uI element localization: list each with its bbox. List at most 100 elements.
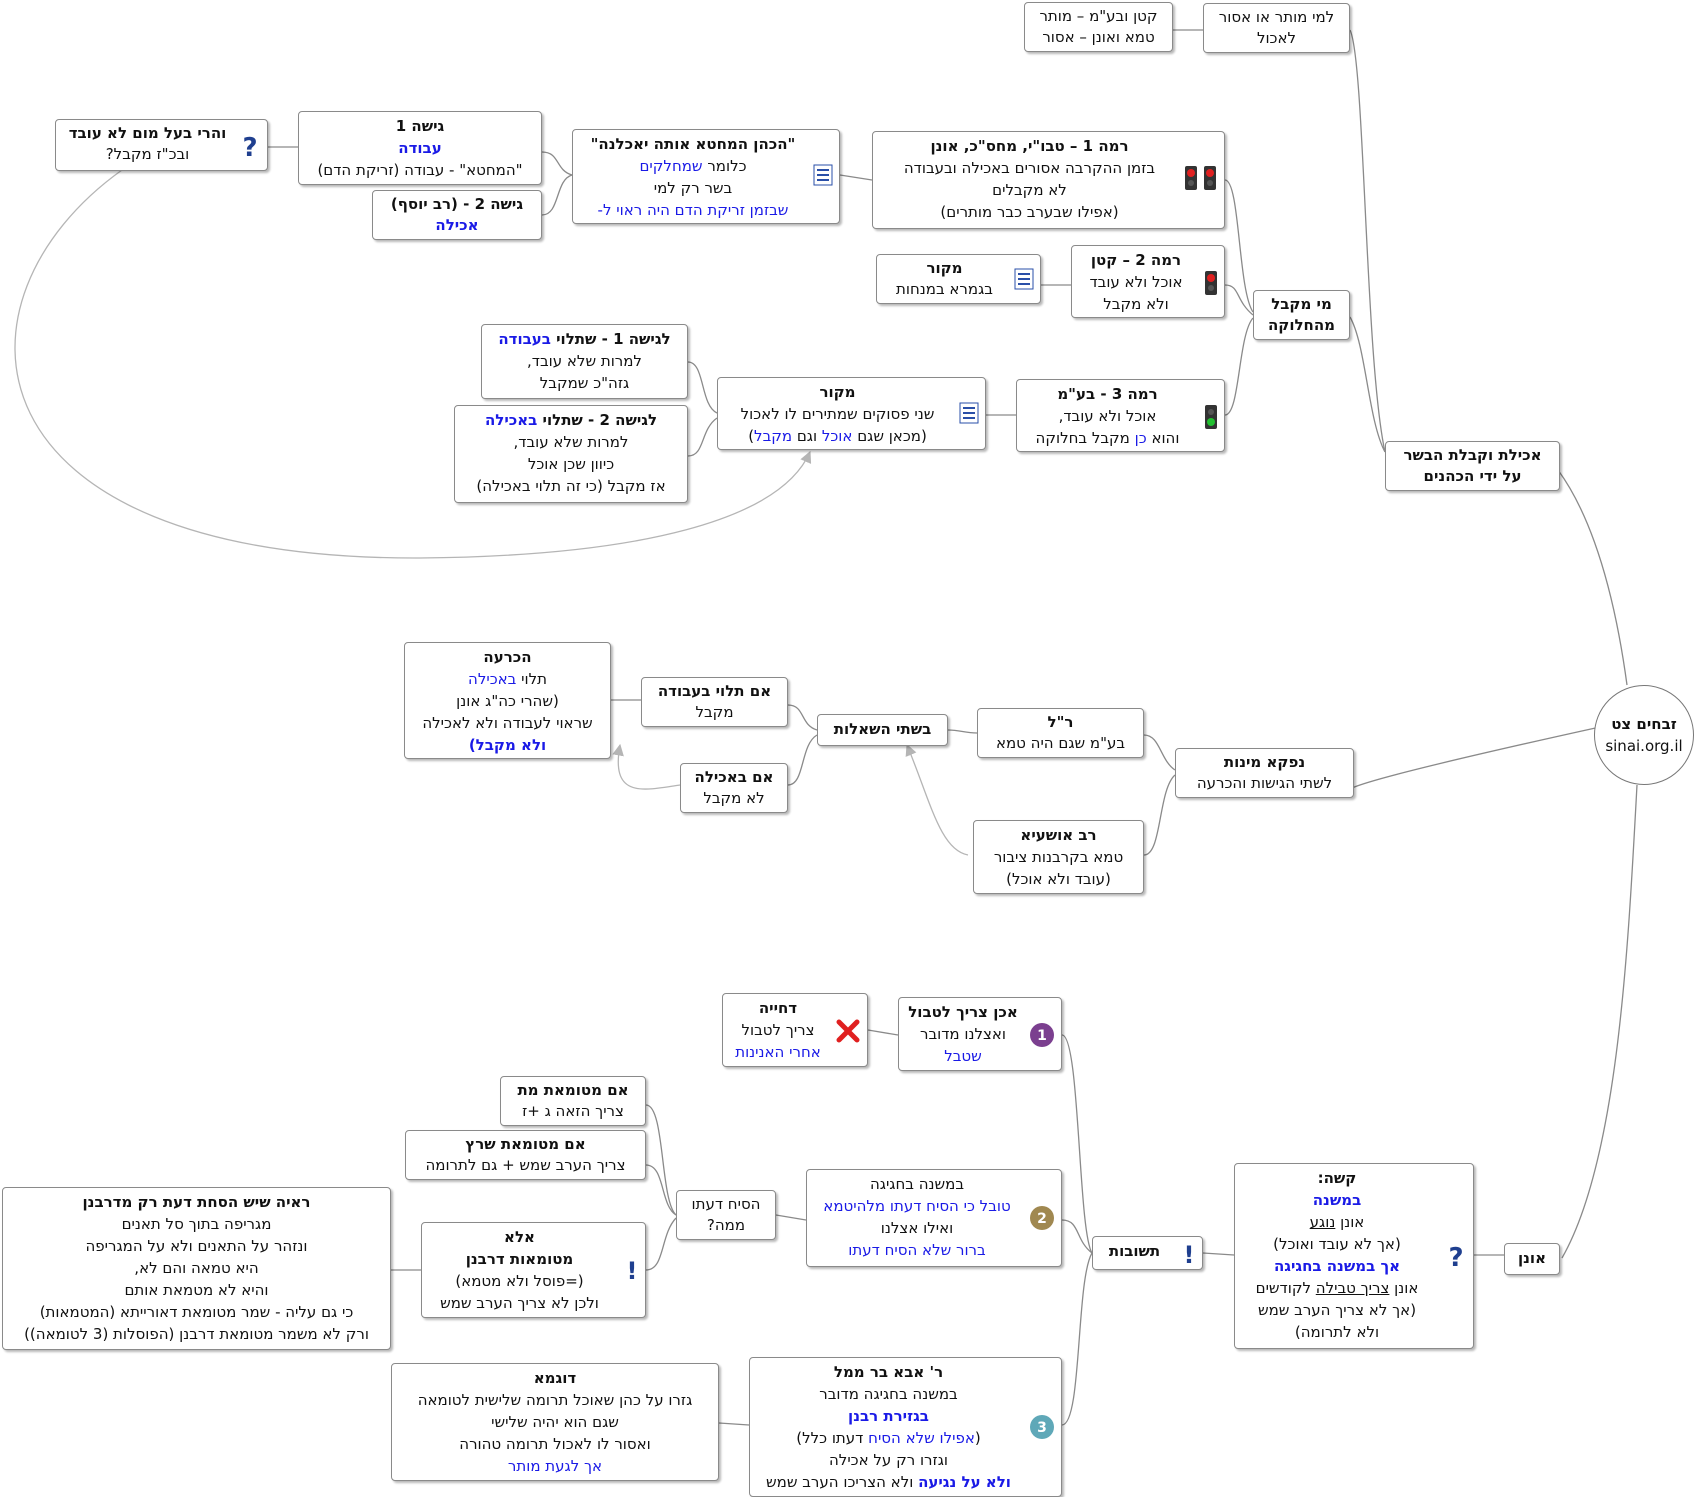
node-hakohen[interactable]: "הכהן המחטא אותה יאכלנה" כלומר שמחלקים ב… bbox=[572, 129, 840, 224]
rav-oshaya-line1: טמא בקרבנות ציבור bbox=[993, 848, 1124, 866]
svg-text:3: 3 bbox=[1037, 1420, 1047, 1436]
ans2-line4: ברור שלא הסיח דעתו bbox=[848, 1241, 986, 1259]
branch-eating-receiving[interactable]: אכילת וקבלת הבשר על ידי הכהנים bbox=[1385, 441, 1560, 491]
node-im-achila[interactable]: אם באכילה לא מקבל bbox=[680, 763, 788, 813]
dchiya-line2: אחרי האנינות bbox=[735, 1043, 821, 1061]
node-who-allowed[interactable]: למי מותר או אסור לאכול bbox=[1203, 3, 1350, 53]
node-answer3[interactable]: 3 ר' אבא בר ממל במשנה בחגיגה מדובר בגזיר… bbox=[749, 1357, 1062, 1497]
ans1-line2: שטבל bbox=[944, 1047, 982, 1065]
node-makor-rama3[interactable]: מקור שני פסוקים שמתירים לו לאכול (מכאן ש… bbox=[717, 377, 986, 450]
node-dchiya[interactable]: דחייה צריך לטבול אחרי האנינות bbox=[722, 993, 868, 1067]
nafka-line1: לשתי הגישות והכרעה bbox=[1196, 774, 1333, 792]
rav-oshaya-title: רב אושעיא bbox=[1020, 826, 1097, 844]
hakohen-title: "הכהן המחטא אותה יאכלנה" bbox=[590, 135, 796, 153]
baal-mum-line1: ובכ"ז מקבל? bbox=[105, 145, 190, 163]
dugma-line3: ואסור לו לאכול תרומה טהורה bbox=[459, 1435, 651, 1453]
ans2-line2: טובל כי הסיח דעתו מלהיטמא bbox=[823, 1197, 1011, 1215]
makor-rama2-line1: בגמרא במנחות bbox=[896, 280, 993, 298]
ela-title: אלא bbox=[504, 1228, 535, 1246]
svg-text:?: ? bbox=[1448, 1243, 1463, 1270]
node-resh-lakish[interactable]: ר"ל בע"מ שגם היה טמא bbox=[977, 708, 1144, 758]
root-node[interactable]: זבחים צט sinai.org.il bbox=[1594, 685, 1694, 785]
node-nafka-minot[interactable]: נפקא מינות לשתי הגישות והכרעה bbox=[1175, 748, 1354, 798]
root-title: זבחים צט bbox=[1611, 715, 1677, 733]
node-tumat-met[interactable]: אם מטומאת מת צריך הזאה ג +ז bbox=[500, 1076, 646, 1126]
katan-onen-line1: קטן ובע"מ – מותר bbox=[1039, 7, 1158, 25]
gisha2-line1: אכילה bbox=[435, 216, 479, 234]
raaya-line5: כי גם עליה - שמר מטומאת דאורייתא (המטמאו… bbox=[39, 1303, 354, 1321]
node-rama2[interactable]: רמה 2 – קטן אוכל ולא עובד ולא מקבל bbox=[1071, 245, 1225, 318]
im-achila-line1: לא מקבל bbox=[703, 789, 765, 807]
rama2-line1: אוכל ולא עובד bbox=[1089, 273, 1183, 291]
node-kasha[interactable]: ? קשה: במשנה אונן נוגע (אך לא עובד ואוכל… bbox=[1234, 1163, 1474, 1349]
kasha-line2a: אונן bbox=[1335, 1213, 1365, 1231]
hesiach-line1: הסיח דעתו bbox=[691, 1195, 761, 1213]
dchiya-title: דחייה bbox=[758, 999, 798, 1017]
teshuvot-title: תשובות bbox=[1108, 1242, 1161, 1260]
node-rama3[interactable]: רמה 3 - בע"מ אוכל ולא עובד, והוא כן מקבל… bbox=[1016, 379, 1225, 452]
node-ela-derabanan[interactable]: ! אלא מטומאות דרבנן (=פוסל ולא מטמא) ולכ… bbox=[421, 1222, 646, 1318]
node-answer1[interactable]: 1 אכן צריך לטבול ואצלנו מדובר שטבל bbox=[898, 997, 1062, 1071]
node-gisha2[interactable]: גישה 2 - (רב יוסף) אכילה bbox=[372, 190, 542, 240]
traffic-light-red-icon bbox=[1205, 271, 1217, 295]
node-teshuvot[interactable]: ! תשובות bbox=[1092, 1236, 1203, 1270]
onen-title: אונן bbox=[1517, 1249, 1546, 1267]
raaya-line4: והיא לא מטמאת אותם bbox=[124, 1281, 269, 1299]
dchiya-line1: צריך לטבול bbox=[741, 1021, 815, 1039]
note-list-icon bbox=[959, 402, 979, 424]
makor-rama2-title: מקור bbox=[926, 259, 963, 277]
makor-rama3-line1: שני פסוקים שמתירים לו לאכול bbox=[740, 405, 935, 423]
ans3-line3: (אפילו שלא הסיח דעתו כלל) bbox=[756, 1427, 1021, 1449]
numbered-priority-icon: 2 bbox=[1030, 1206, 1054, 1230]
numbered-priority-icon: 3 bbox=[1030, 1415, 1054, 1439]
gisha2-title: גישה 2 - (רב יוסף) bbox=[390, 195, 524, 213]
node-rav-oshaya[interactable]: רב אושעיא טמא בקרבנות ציבור (עובד ולא או… bbox=[973, 820, 1144, 894]
node-lagisha1[interactable]: לגישה 1 - שתלוי בעבודה למרות שלא עובד, ג… bbox=[481, 324, 688, 399]
node-gisha1[interactable]: גישה 1 עבודה "המחטא" - עבודה (זריקת הדם) bbox=[298, 111, 542, 185]
rl-title: ר"ל bbox=[1047, 713, 1074, 731]
svg-text:!: ! bbox=[627, 1257, 638, 1283]
node-makor-rama2[interactable]: מקור בגמרא במנחות bbox=[876, 254, 1041, 304]
node-rama1[interactable]: רמה 1 – טבו"י, מחס"כ, אונן בזמן ההקרבה א… bbox=[872, 131, 1225, 229]
node-hachraa[interactable]: הכרעה תלוי באכילה (שהרי כה"ג אונן שראוי … bbox=[404, 642, 611, 759]
mi-mekabel-line1: מי מקבל bbox=[1271, 295, 1332, 313]
lagisha1-title-blue: בעבודה bbox=[498, 330, 551, 348]
node-hesiach-daato[interactable]: הסיח דעתו ממה? bbox=[676, 1190, 776, 1240]
lagisha1-title: לגישה 1 - שתלוי bbox=[550, 330, 671, 348]
node-raaya[interactable]: ראיה שיש הסחת דעת רק מדרבנן מגריפה בתוך … bbox=[2, 1187, 391, 1350]
node-dugma[interactable]: דוגמא גזרו על כהן שאוכל תרומה שלישית לטו… bbox=[391, 1363, 719, 1481]
node-tumat-sheretz[interactable]: אם מטומאת שרץ צריך הערב שמש + גם לתרומה bbox=[405, 1130, 646, 1180]
node-mi-mekabel[interactable]: מי מקבל מהחלוקה bbox=[1253, 290, 1350, 340]
kasha-line5: אונן צריך טבילה לקודשים bbox=[1241, 1277, 1433, 1299]
node-baal-mum[interactable]: ? והרי בעל מום לא עובד ובכ"ז מקבל? bbox=[55, 119, 268, 171]
rama2-line2: ולא מקבל bbox=[1103, 295, 1169, 313]
ans2-line3: ואילו אצלנו bbox=[880, 1219, 954, 1237]
im-avoda-line1: מקבל bbox=[695, 703, 734, 721]
hesiach-line2: ממה? bbox=[706, 1216, 746, 1234]
rama3-line2: והוא כן מקבל בחלוקה bbox=[1023, 427, 1192, 449]
lagisha2-line2: כיוון שכן אוכל bbox=[527, 455, 615, 473]
ela-title2: מטומאות דרבנן bbox=[465, 1250, 574, 1268]
svg-text:?: ? bbox=[242, 133, 257, 160]
node-bishtei-hashealot[interactable]: בשתי השאלות bbox=[817, 714, 948, 746]
makor-rama3-line2a: (מכאן שגם bbox=[852, 427, 927, 445]
lagisha1-line1: למרות שלא עובד, bbox=[527, 352, 642, 370]
makor-rama3-line2c: וגם bbox=[792, 427, 822, 445]
node-answer2[interactable]: 2 במשנה בחגיגה טובל כי הסיח דעתו מלהיטמא… bbox=[806, 1169, 1062, 1267]
node-im-avoda[interactable]: אם תלוי בעבודה מקבל bbox=[641, 677, 788, 727]
svg-text:1: 1 bbox=[1037, 1028, 1047, 1044]
kasha-title: קשה: bbox=[1317, 1169, 1357, 1187]
root-site: sinai.org.il bbox=[1605, 737, 1683, 755]
raaya-line2: ונזהר על התאנים ולא על המגריפה bbox=[85, 1237, 308, 1255]
hachraa-line3: שראוי לעבודה ולא לאכילה bbox=[422, 714, 593, 732]
lagisha2-title: לגישה 2 - שתלוי bbox=[537, 411, 658, 429]
kasha-line6: (אך לא צריך הערב שמש bbox=[1257, 1301, 1417, 1319]
hachraa-line1a: תלוי bbox=[516, 670, 547, 688]
numbered-priority-icon: 1 bbox=[1030, 1023, 1054, 1047]
rama3-title: רמה 3 - בע"מ bbox=[1057, 385, 1158, 403]
node-lagisha2[interactable]: לגישה 2 - שתלוי באכילה למרות שלא עובד, כ… bbox=[454, 405, 688, 503]
question-mark-icon: ? bbox=[242, 133, 257, 160]
node-onen[interactable]: אונן bbox=[1504, 1243, 1560, 1275]
node-katan-onen[interactable]: קטן ובע"מ – מותר טמא ואונן – אסור bbox=[1024, 2, 1173, 52]
ela-line2: ולכן לא צריך הערב שמש bbox=[440, 1294, 599, 1312]
